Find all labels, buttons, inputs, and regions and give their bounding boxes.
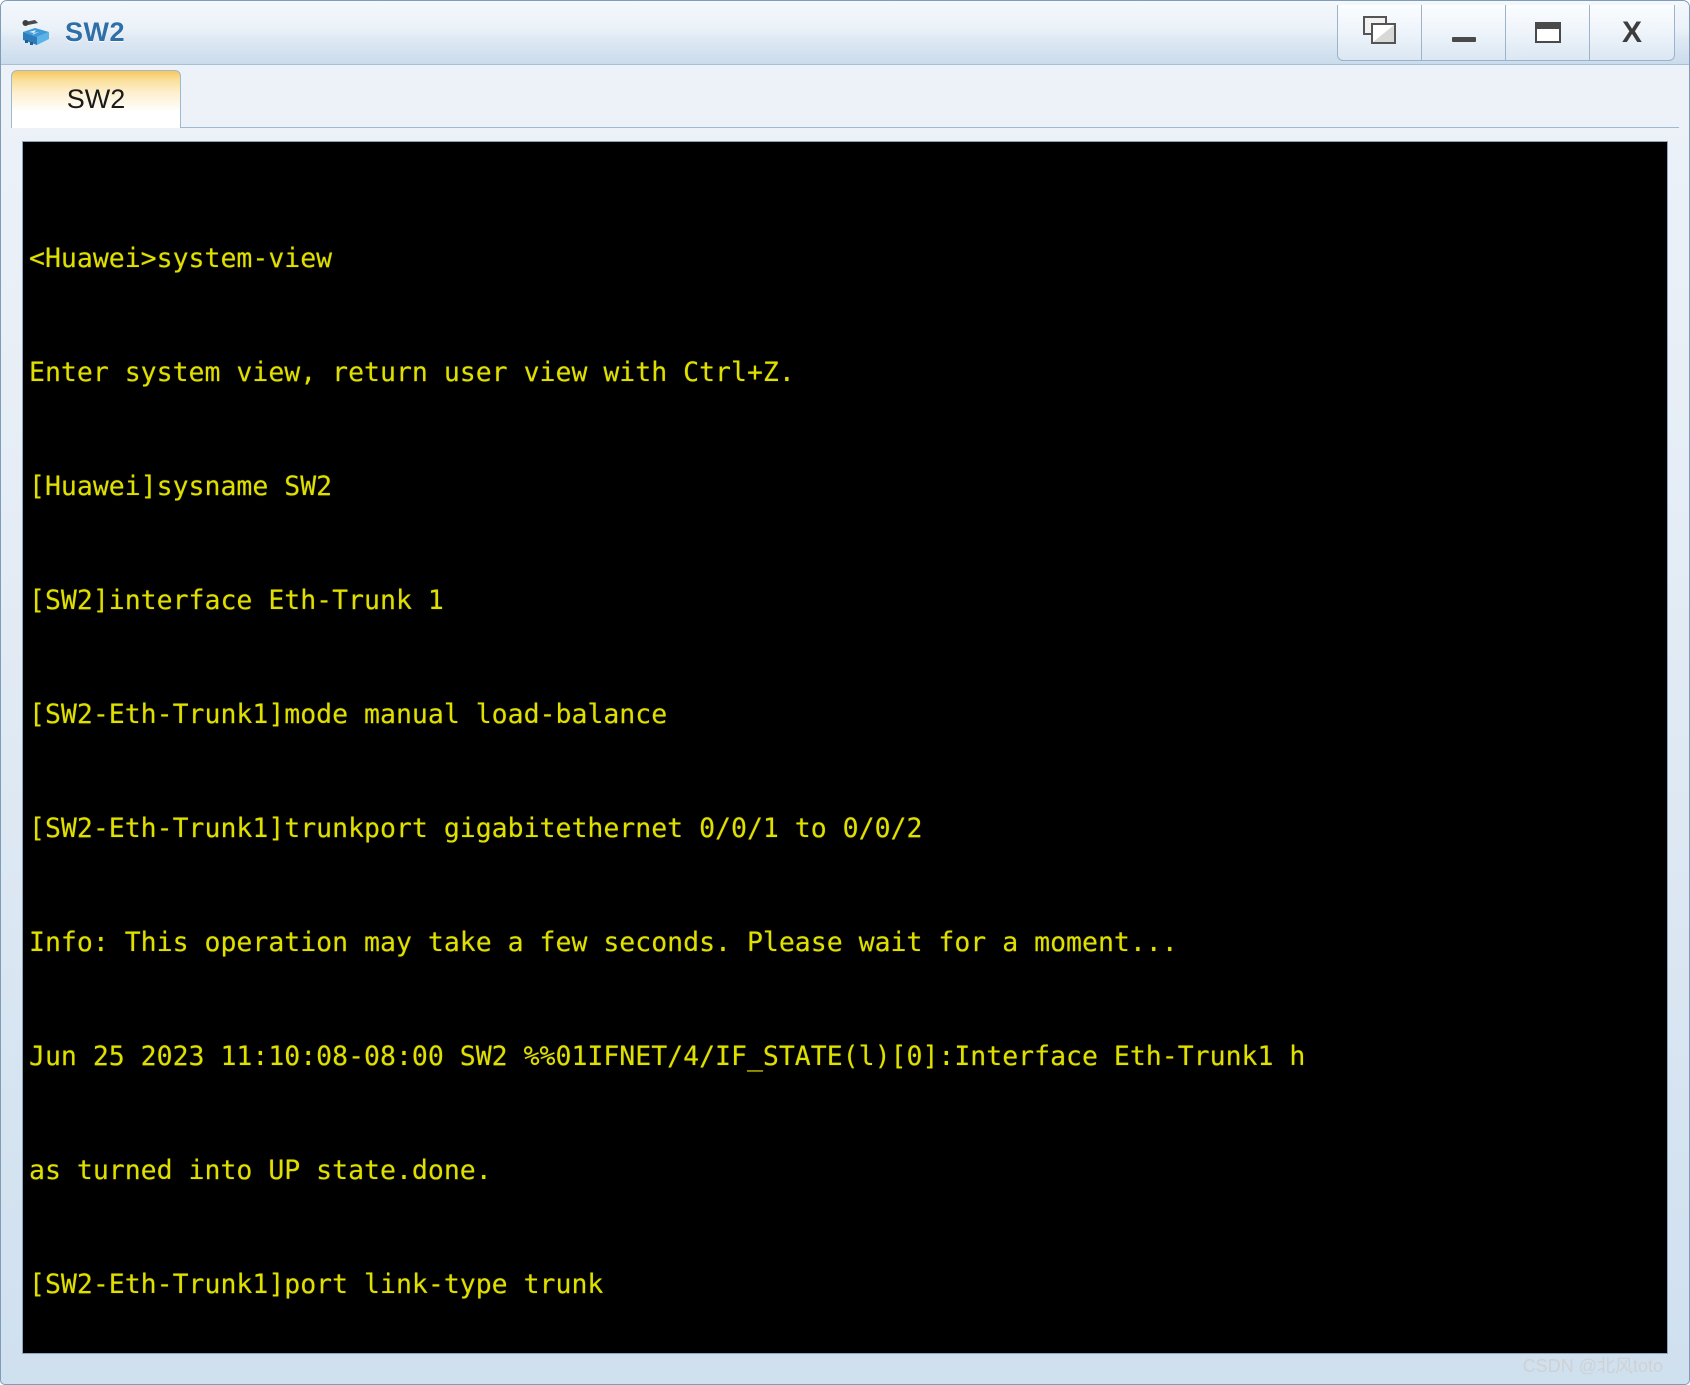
maximize-icon [1534, 22, 1561, 43]
terminal-line: Info: This operation may take a few seco… [29, 927, 1178, 958]
terminal-line: [SW2-Eth-Trunk1]mode manual load-balance [29, 699, 668, 730]
minimize-icon [1451, 37, 1476, 42]
terminal-line: <Huawei>system-view [29, 243, 333, 274]
terminal-line: [SW2-Eth-Trunk1]trunkport gigabitetherne… [29, 813, 923, 844]
window-title: SW2 [65, 17, 126, 47]
network-switch-icon [19, 16, 53, 50]
terminal-window: SW2 X SW2 <Huawei>system-view Enter syst… [0, 0, 1690, 1385]
terminal-line: [Huawei]sysname SW2 [29, 471, 333, 502]
maximize-button[interactable] [1506, 5, 1590, 60]
terminal-line: Enter system view, return user view with… [29, 357, 795, 388]
terminal-panel[interactable]: <Huawei>system-view Enter system view, r… [22, 141, 1668, 1354]
terminal-line: [SW2-Eth-Trunk1]port link-type trunk [29, 1269, 604, 1300]
minimize-button[interactable] [1422, 5, 1506, 60]
window-controls: X [1337, 5, 1675, 61]
cascade-windows-icon [1362, 15, 1397, 50]
close-button[interactable]: X [1590, 5, 1674, 60]
restore-windows-button[interactable] [1338, 5, 1422, 60]
tab-strip: SW2 [11, 65, 1679, 128]
close-icon: X [1621, 15, 1642, 49]
title-bar-left: SW2 [1, 16, 125, 50]
terminal-line: as turned into UP state.done. [29, 1155, 492, 1186]
terminal-line: [SW2]interface Eth-Trunk 1 [29, 585, 444, 616]
terminal-line: Jun 25 2023 11:10:08-08:00 SW2 %%01IFNET… [29, 1041, 1306, 1072]
watermark: CSDN @北风toto [1522, 1356, 1663, 1376]
terminal-output[interactable]: <Huawei>system-view Enter system view, r… [23, 142, 1667, 1353]
tab-sw2[interactable]: SW2 [11, 70, 181, 128]
tab-label: SW2 [66, 84, 126, 114]
title-bar: SW2 X [1, 1, 1689, 65]
